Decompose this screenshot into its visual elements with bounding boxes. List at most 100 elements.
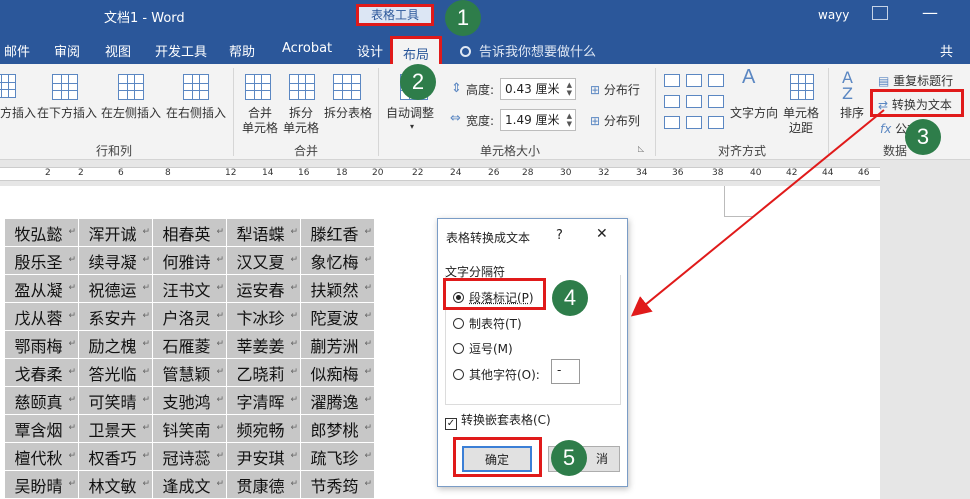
table-cell[interactable]: 相春英 ↵ [152,218,227,247]
cell-size-launcher-icon[interactable]: ◺ [638,144,644,153]
table-cell[interactable]: 钭笑南 ↵ [152,414,227,443]
tab-layout[interactable]: 布局 [390,36,443,64]
tab-help[interactable]: 帮助 [229,41,255,60]
table-cell[interactable]: 字清晖 ↵ [226,386,301,415]
table-cell[interactable]: 权香巧 ↵ [78,442,153,471]
table-cell[interactable]: 浑开诚 ↵ [78,218,153,247]
radio-other[interactable]: 其他字符(O): [453,366,540,383]
tab-view[interactable]: 视图 [105,41,131,60]
align-middle-center-icon[interactable] [686,95,702,108]
width-spinner-icon[interactable]: ▲ ▼ [567,112,572,128]
table-cell[interactable]: 石雁菱 ↵ [152,330,227,359]
table-cell[interactable]: 郎梦桃 ↵ [300,414,375,443]
table-cell[interactable]: 檀代秋 ↵ [4,442,79,471]
table-cell[interactable]: 频宛畅 ↵ [226,414,301,443]
minimize-icon[interactable]: — [922,3,938,22]
table-cell[interactable]: 濯腾逸 ↵ [300,386,375,415]
height-input[interactable]: 0.43 厘米 ▲ ▼ [500,78,576,100]
table-cell[interactable]: 汉又夏 ↵ [226,246,301,275]
table-cell[interactable]: 乙晓莉 ↵ [226,358,301,387]
share-button[interactable]: 共 [940,41,953,60]
insert-left-button[interactable]: 在左侧插入 [101,106,161,121]
help-button[interactable]: ? [556,228,563,243]
sort-button[interactable]: 排序 [840,106,864,121]
table-cell[interactable]: 似痴梅 ↵ [300,358,375,387]
horizontal-ruler[interactable]: 2 2 6 8 12 14 16 18 20 22 24 26 28 30 32 34 36 38 40 42 44 46 [0,160,970,186]
table-cell[interactable]: 林文敏 ↵ [78,470,153,499]
align-bottom-left-icon[interactable] [664,116,680,129]
align-middle-right-icon[interactable] [708,95,724,108]
table-cell[interactable]: 祝德运 ↵ [78,274,153,303]
table-cell[interactable]: 汪书文 ↵ [152,274,227,303]
table-cell[interactable]: 卫景天 ↵ [78,414,153,443]
align-bottom-right-icon[interactable] [708,116,724,129]
table-cell[interactable]: 答光临 ↵ [78,358,153,387]
table-cell[interactable]: 鄂雨梅 ↵ [4,330,79,359]
table-cell[interactable]: 尹安琪 ↵ [226,442,301,471]
table-cell[interactable]: 冠诗蕊 ↵ [152,442,227,471]
table-cell[interactable]: 管慧颖 ↵ [152,358,227,387]
table-cell[interactable]: 支驰鸿 ↵ [152,386,227,415]
height-spinner-icon[interactable]: ▲ ▼ [567,81,572,97]
other-char-input[interactable]: - [551,359,580,384]
table-cell[interactable]: 吴盼晴 ↵ [4,470,79,499]
close-icon[interactable]: ✕ [596,226,608,242]
table-cell[interactable]: 疏飞珍 ↵ [300,442,375,471]
align-top-right-icon[interactable] [708,74,724,87]
table-cell[interactable]: 运安春 ↵ [226,274,301,303]
table-cell[interactable]: 滕红香 ↵ [300,218,375,247]
table-cell[interactable]: 牧弘懿 ↵ [4,218,79,247]
table-cell[interactable]: 系安卉 ↵ [78,302,153,331]
tab-acrobat[interactable]: Acrobat [282,41,332,56]
table-cell[interactable]: 节秀筠 ↵ [300,470,375,499]
table-cell[interactable]: 贯康德 ↵ [226,470,301,499]
insert-below-button[interactable]: 在下方插入 [37,106,97,121]
split-cells-button[interactable]: 拆分 单元格 [283,106,319,136]
table-cell[interactable]: 盈从凝 ↵ [4,274,79,303]
insert-right-button[interactable]: 在右侧插入 [166,106,226,121]
nested-tables-checkbox[interactable]: ✓ 转换嵌套表格(C) [445,411,551,430]
table-cell[interactable]: 励之槐 ↵ [78,330,153,359]
autofit-dropdown-icon[interactable]: ▾ [410,122,414,131]
align-top-center-icon[interactable] [686,74,702,87]
table-cell[interactable]: 卞冰珍 ↵ [226,302,301,331]
radio-tab[interactable]: 制表符(T) [453,315,522,332]
convert-to-text-button[interactable]: ⇄ 转换为文本 [878,96,952,113]
align-top-left-icon[interactable] [664,74,680,87]
align-bottom-center-icon[interactable] [686,116,702,129]
table-cell[interactable]: 戊从蓉 ↵ [4,302,79,331]
width-input[interactable]: 1.49 厘米 ▲ ▼ [500,109,576,131]
merge-cells-button[interactable]: 合并 单元格 [242,106,278,136]
account-name[interactable]: wayy [818,8,849,22]
table-cell[interactable]: 莘姜姜 ↵ [226,330,301,359]
table-cell[interactable]: 续寻凝 ↵ [78,246,153,275]
tell-me-search[interactable]: 告诉我你想要做什么 [460,41,596,60]
distribute-cols-button[interactable]: ⊞ 分布列 [590,112,640,129]
radio-comma[interactable]: 逗号(M) [453,340,513,357]
split-table-button[interactable]: 拆分表格 [324,106,372,121]
tab-mailings[interactable]: 邮件 [4,41,30,60]
table-cell[interactable]: 陀夏波 ↵ [300,302,375,331]
table-cell[interactable]: 象忆梅 ↵ [300,246,375,275]
cell-margins-button[interactable]: 单元格 边距 [783,106,819,136]
tab-design[interactable]: 设计 [357,41,383,60]
table-cell[interactable]: 可笑晴 ↵ [78,386,153,415]
table-tools-context-tab[interactable]: 表格工具 [356,4,434,26]
tab-review[interactable]: 审阅 [54,41,80,60]
align-middle-left-icon[interactable] [664,95,680,108]
table-cell[interactable]: 逢成文 ↵ [152,470,227,499]
ribbon-display-icon[interactable] [872,6,888,20]
table-cell[interactable]: 慈颐真 ↵ [4,386,79,415]
name-table[interactable]: 牧弘懿 ↵ 浑开诚 ↵ 相春英 ↵ 犁语蝶 ↵ 滕红香 ↵ 殷乐圣 ↵ 续寻凝 ↵ 何雅诗 ↵ 汉又夏 ↵ 象忆梅 ↵… [4,218,375,499]
distribute-rows-button[interactable]: ⊞ 分布行 [590,81,640,98]
table-cell[interactable]: 户洛灵 ↵ [152,302,227,331]
table-cell[interactable]: 扶颖然 ↵ [300,274,375,303]
repeat-header-button[interactable]: ▤ 重复标题行 [878,72,953,89]
table-cell[interactable]: 蒯芳洲 ↵ [300,330,375,359]
table-cell[interactable]: 殷乐圣 ↵ [4,246,79,275]
autofit-button[interactable]: 自动调整 [386,106,434,121]
tab-developer[interactable]: 开发工具 [155,41,207,60]
table-cell[interactable]: 戈春柔 ↵ [4,358,79,387]
insert-above-button[interactable]: 方插入 [0,106,36,121]
table-cell[interactable]: 覃含烟 ↵ [4,414,79,443]
